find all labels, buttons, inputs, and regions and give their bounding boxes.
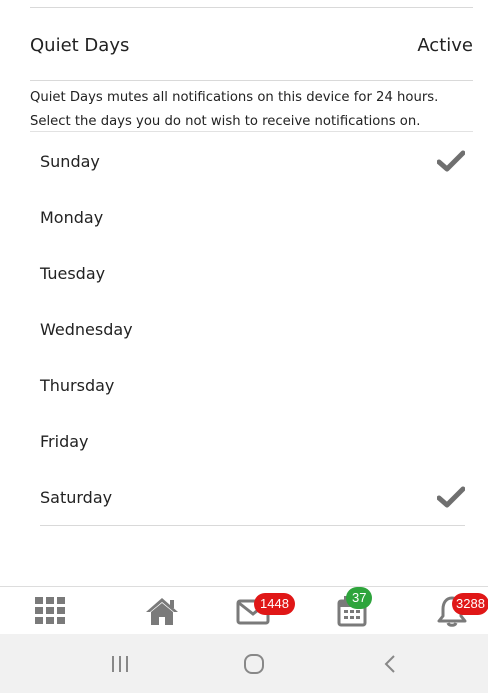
day-label: Saturday [40, 487, 113, 507]
day-label: Wednesday [40, 319, 133, 339]
header-divider [30, 80, 473, 81]
day-label: Tuesday [40, 263, 106, 283]
day-row-sunday[interactable]: Sunday [40, 141, 465, 181]
day-label: Monday [40, 207, 104, 227]
bottom-tab-bar: 1448 37 3288 [0, 586, 488, 634]
day-label: Friday [40, 431, 89, 451]
tab-home[interactable] [140, 591, 184, 631]
top-divider [30, 7, 473, 8]
recents-button[interactable] [100, 634, 140, 693]
tab-calendar[interactable]: 37 [332, 587, 373, 631]
checkmark-icon [437, 486, 465, 508]
home-icon [146, 598, 178, 625]
status-label: Active [417, 34, 473, 56]
home-circle-icon [244, 653, 264, 674]
day-row-friday[interactable]: Friday [40, 421, 465, 461]
day-row-wednesday[interactable]: Wednesday [40, 309, 465, 349]
tab-notifications[interactable]: 3288 [432, 591, 488, 631]
tab-apps[interactable] [30, 591, 70, 631]
system-navigation-bar [0, 634, 488, 693]
recents-icon [112, 655, 128, 672]
back-button[interactable] [372, 634, 408, 693]
day-row-saturday[interactable]: Saturday [40, 477, 465, 517]
grid-icon [35, 597, 65, 624]
notifications-badge: 3288 [452, 593, 488, 615]
day-row-tuesday[interactable]: Tuesday [40, 253, 465, 293]
day-label: Sunday [40, 151, 100, 171]
list-bottom-divider [40, 525, 465, 526]
day-row-thursday[interactable]: Thursday [40, 365, 465, 405]
tab-messages[interactable]: 1448 [234, 591, 295, 631]
page-title: Quiet Days [30, 34, 130, 56]
checkmark-icon [437, 150, 465, 172]
description-line-1: Quiet Days mutes all notifications on th… [30, 90, 439, 105]
description: Quiet Days mutes all notifications on th… [30, 86, 470, 134]
description-divider [30, 131, 473, 132]
quiet-days-header: Quiet Days Active [30, 32, 473, 58]
day-row-monday[interactable]: Monday [40, 197, 465, 237]
back-chevron-icon [384, 654, 395, 673]
mail-badge: 1448 [254, 593, 295, 615]
calendar-badge: 37 [346, 587, 373, 609]
day-label: Thursday [40, 375, 115, 395]
home-button[interactable] [232, 634, 276, 693]
